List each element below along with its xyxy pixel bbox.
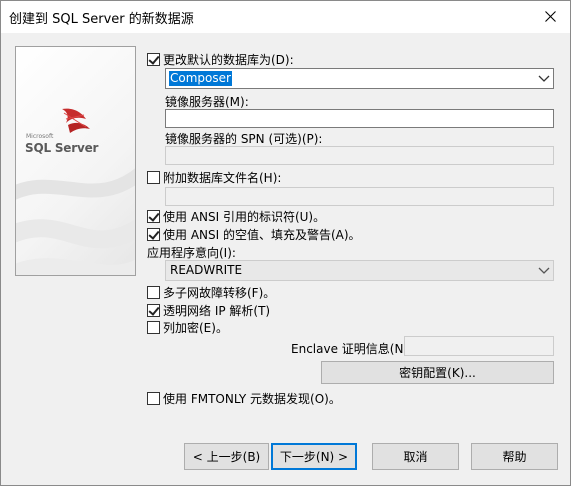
mirror-server-label: 镜像服务器(M): [165, 95, 249, 109]
chevron-down-icon [538, 267, 550, 274]
back-button[interactable]: < 上一步(B) [184, 443, 269, 470]
help-button[interactable]: 帮助 [471, 443, 558, 470]
attach-db-file-input[interactable] [165, 187, 554, 206]
chevron-down-icon [538, 75, 550, 82]
change-default-db-checkbox[interactable] [147, 52, 160, 66]
fmtonly-checkbox[interactable] [147, 391, 160, 405]
title-bar: 创建到 SQL Server 的新数据源 [1, 1, 570, 33]
window-title: 创建到 SQL Server 的新数据源 [9, 12, 194, 27]
enclave-label: Enclave 证明信息(N): [291, 342, 413, 356]
column-encryption-label: 列加密(E)。 [163, 320, 228, 335]
mirror-spn-input[interactable] [165, 146, 554, 165]
change-default-db-option[interactable]: 更改默认的数据库为(D): [147, 51, 294, 67]
ansi-nulls-label: 使用 ANSI 的空值、填充及警告(A)。 [163, 227, 361, 242]
transparent-ip-checkbox[interactable] [147, 303, 160, 317]
mirror-spn-label: 镜像服务器的 SPN (可选)(P): [165, 132, 323, 146]
multi-subnet-label: 多子网故障转移(F)。 [163, 285, 276, 300]
app-intent-combobox[interactable]: READWRITE [165, 260, 554, 281]
ansi-quoted-label: 使用 ANSI 引用的标识符(U)。 [163, 209, 326, 224]
close-icon [544, 10, 556, 22]
attach-db-file-checkbox[interactable] [147, 170, 160, 184]
mirror-server-input[interactable] [165, 109, 554, 128]
ansi-quoted-checkbox[interactable] [147, 209, 160, 223]
decorative-swoosh [16, 168, 135, 275]
transparent-ip-option[interactable]: 透明网络 IP 解析(T) [147, 302, 270, 318]
transparent-ip-label: 透明网络 IP 解析(T) [163, 303, 271, 318]
attach-db-file-label: 附加数据库文件名(H): [163, 170, 282, 185]
default-db-combobox[interactable]: Composer [165, 68, 554, 89]
dialog-window: 创建到 SQL Server 的新数据源 Microsoft SQL Serve… [0, 0, 571, 486]
microsoft-wordmark: Microsoft [26, 133, 54, 140]
app-intent-label: 应用程序意向(I): [147, 246, 236, 260]
column-encryption-checkbox[interactable] [147, 320, 160, 334]
next-button[interactable]: 下一步(N) > [271, 443, 357, 470]
key-config-button[interactable]: 密钥配置(K)... [321, 361, 554, 384]
enclave-input[interactable] [404, 336, 554, 356]
sql-server-wordmark: SQL Server [25, 141, 99, 155]
fmtonly-label: 使用 FMTONLY 元数据发现(O)。 [163, 391, 341, 406]
attach-db-file-option[interactable]: 附加数据库文件名(H): [147, 169, 281, 185]
ansi-nulls-checkbox[interactable] [147, 227, 160, 241]
close-button[interactable] [536, 3, 564, 29]
sql-server-logo-panel: Microsoft SQL Server [15, 46, 136, 276]
multi-subnet-option[interactable]: 多子网故障转移(F)。 [147, 284, 275, 300]
ansi-nulls-option[interactable]: 使用 ANSI 的空值、填充及警告(A)。 [147, 226, 361, 242]
fmtonly-option[interactable]: 使用 FMTONLY 元数据发现(O)。 [147, 390, 341, 406]
ansi-quoted-option[interactable]: 使用 ANSI 引用的标识符(U)。 [147, 208, 325, 224]
app-intent-value: READWRITE [170, 263, 243, 277]
change-default-db-label: 更改默认的数据库为(D): [163, 52, 294, 67]
multi-subnet-checkbox[interactable] [147, 285, 160, 299]
column-encryption-option[interactable]: 列加密(E)。 [147, 319, 228, 335]
sql-server-icon [62, 108, 90, 133]
default-db-value: Composer [169, 71, 232, 86]
cancel-button[interactable]: 取消 [372, 443, 459, 470]
